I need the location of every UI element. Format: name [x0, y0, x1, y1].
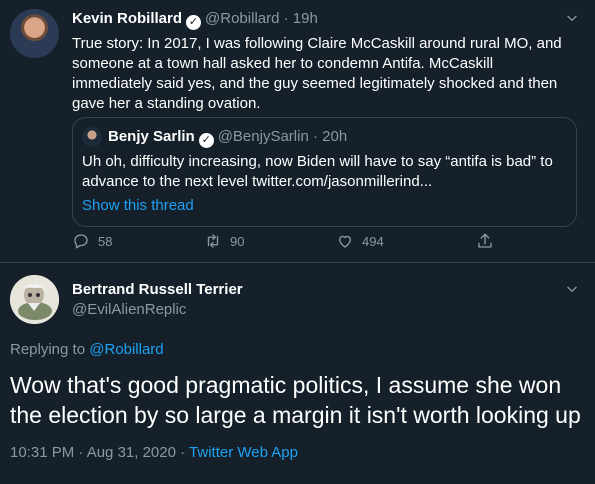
quote-author-name: Benjy Sarlin — [108, 128, 195, 145]
reply-icon — [74, 234, 88, 249]
quote-text: Uh oh, difficulty increasing, now Biden … — [82, 153, 553, 190]
verified-icon: ✓ — [186, 15, 202, 30]
tweet-header: Kevin Robillard ✓ @Robillard · 19h — [72, 10, 318, 30]
quote-time: 20h — [322, 128, 348, 145]
share-button[interactable] — [476, 232, 494, 250]
reply-button[interactable]: 58 — [72, 232, 112, 250]
replying-to: Replying to @Robillard — [10, 341, 164, 358]
verified-icon: ✓ — [198, 133, 214, 148]
quote-header: Benjy Sarlin ✓ @BenjySarlin · 20h — [108, 128, 347, 148]
author-handle[interactable]: @Robillard · 19h — [205, 10, 318, 27]
author-name[interactable]: Kevin Robillard — [72, 10, 182, 27]
reply-author-handle[interactable]: @EvilAlienReplic — [72, 301, 186, 318]
reply-text: Wow that's good pragmatic politics, I as… — [10, 372, 581, 428]
reply-source[interactable]: Twitter Web App — [189, 444, 298, 461]
chevron-down-icon[interactable] — [565, 11, 579, 25]
chevron-down-icon[interactable] — [565, 282, 579, 296]
reply-author-avatar[interactable] — [10, 275, 59, 324]
share-icon — [478, 233, 492, 248]
tweet-time: 19h — [292, 10, 318, 27]
quote-author-handle: @BenjySarlin · 20h — [217, 128, 348, 145]
like-count: 494 — [362, 233, 384, 249]
like-button[interactable]: 494 — [336, 232, 384, 250]
show-thread-link[interactable]: Show this thread — [82, 197, 194, 214]
quote-author-avatar — [82, 127, 102, 147]
reply-timestamp[interactable]: 10:31 PM · Aug 31, 2020 — [10, 444, 176, 461]
tweet-actions: 58 90 494 — [72, 232, 502, 254]
reply-author-name[interactable]: Bertrand Russell Terrier — [72, 281, 243, 298]
reply-meta: 10:31 PM · Aug 31, 2020 · Twitter Web Ap… — [10, 444, 298, 461]
retweet-icon — [207, 234, 219, 248]
like-icon — [339, 235, 351, 248]
replying-to-link[interactable]: @Robillard — [89, 341, 163, 358]
quoted-tweet[interactable]: Benjy Sarlin ✓ @BenjySarlin · 20h Uh oh, d… — [72, 117, 577, 227]
divider — [0, 262, 595, 263]
reply-count: 58 — [98, 233, 113, 249]
tweet-text: True story: In 2017, I was following Cla… — [72, 35, 562, 112]
retweet-button[interactable]: 90 — [204, 232, 244, 250]
retweet-count: 90 — [230, 233, 245, 249]
author-avatar[interactable] — [10, 9, 59, 58]
